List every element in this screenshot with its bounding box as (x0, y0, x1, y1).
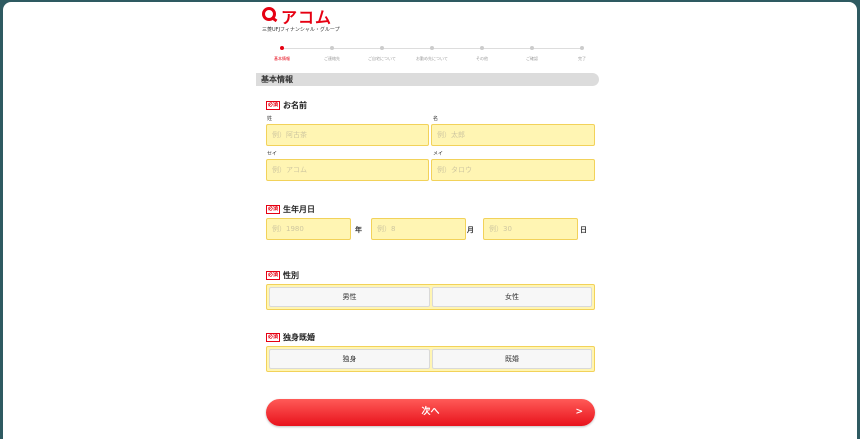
sei-label: 姓 (267, 116, 273, 122)
birth-year-input[interactable] (266, 218, 351, 240)
sei-input[interactable] (266, 124, 429, 146)
name-title: お名前 (283, 101, 308, 110)
mei-label: 名 (433, 116, 439, 122)
required-badge: 必須 (266, 101, 281, 110)
brand-name: アコム (281, 8, 333, 27)
step-dot (380, 46, 384, 50)
marital-married-button[interactable]: 既婚 (432, 349, 592, 369)
required-badge: 必須 (266, 271, 281, 280)
step-dot (430, 46, 434, 50)
mei-input[interactable] (431, 124, 595, 146)
step-dot (530, 46, 534, 50)
birthdate-heading: 必須 生年月日 (266, 204, 315, 215)
section-title: 基本情報 (256, 73, 599, 86)
step-complete: 完了 (552, 46, 612, 62)
brand-tagline: 三菱UFJフィナンシャル・グループ (262, 27, 340, 33)
next-button-label: 次へ (421, 407, 440, 417)
gender-female-button[interactable]: 女性 (432, 287, 592, 307)
gender-male-button[interactable]: 男性 (269, 287, 430, 307)
step-dot (330, 46, 334, 50)
required-badge: 必須 (266, 333, 281, 342)
birth-day-input[interactable] (483, 218, 578, 240)
marital-heading: 必須 独身既婚 (266, 332, 315, 343)
year-unit: 年 (355, 226, 362, 234)
step-dot (580, 46, 584, 50)
month-unit: 月 (467, 226, 474, 234)
mei-kana-input[interactable] (431, 159, 595, 181)
marital-title: 独身既婚 (283, 333, 316, 342)
marital-single-button[interactable]: 独身 (269, 349, 430, 369)
acom-logo-icon (262, 7, 276, 21)
step-dot (280, 46, 284, 50)
required-badge: 必須 (266, 205, 281, 214)
mei-kana-label: メイ (433, 151, 444, 157)
gender-heading: 必須 性別 (266, 270, 299, 281)
sei-kana-input[interactable] (266, 159, 429, 181)
birth-month-input[interactable] (371, 218, 466, 240)
step-dot (480, 46, 484, 50)
birthdate-title: 生年月日 (283, 205, 316, 214)
step-label: 完了 (578, 56, 586, 61)
gender-options: 男性 女性 (266, 284, 595, 310)
chevron-right-icon: > (575, 407, 583, 417)
name-heading: 必須 お名前 (266, 100, 307, 111)
marital-options: 独身 既婚 (266, 346, 595, 372)
sei-kana-label: セイ (267, 151, 278, 157)
gender-title: 性別 (283, 271, 300, 280)
progress-steps: 基本情報 ご連絡先 ご自宅について お勤め先について その他 ご確認 完了 (262, 46, 602, 66)
day-unit: 日 (580, 226, 587, 234)
next-button[interactable]: 次へ > (266, 399, 595, 426)
